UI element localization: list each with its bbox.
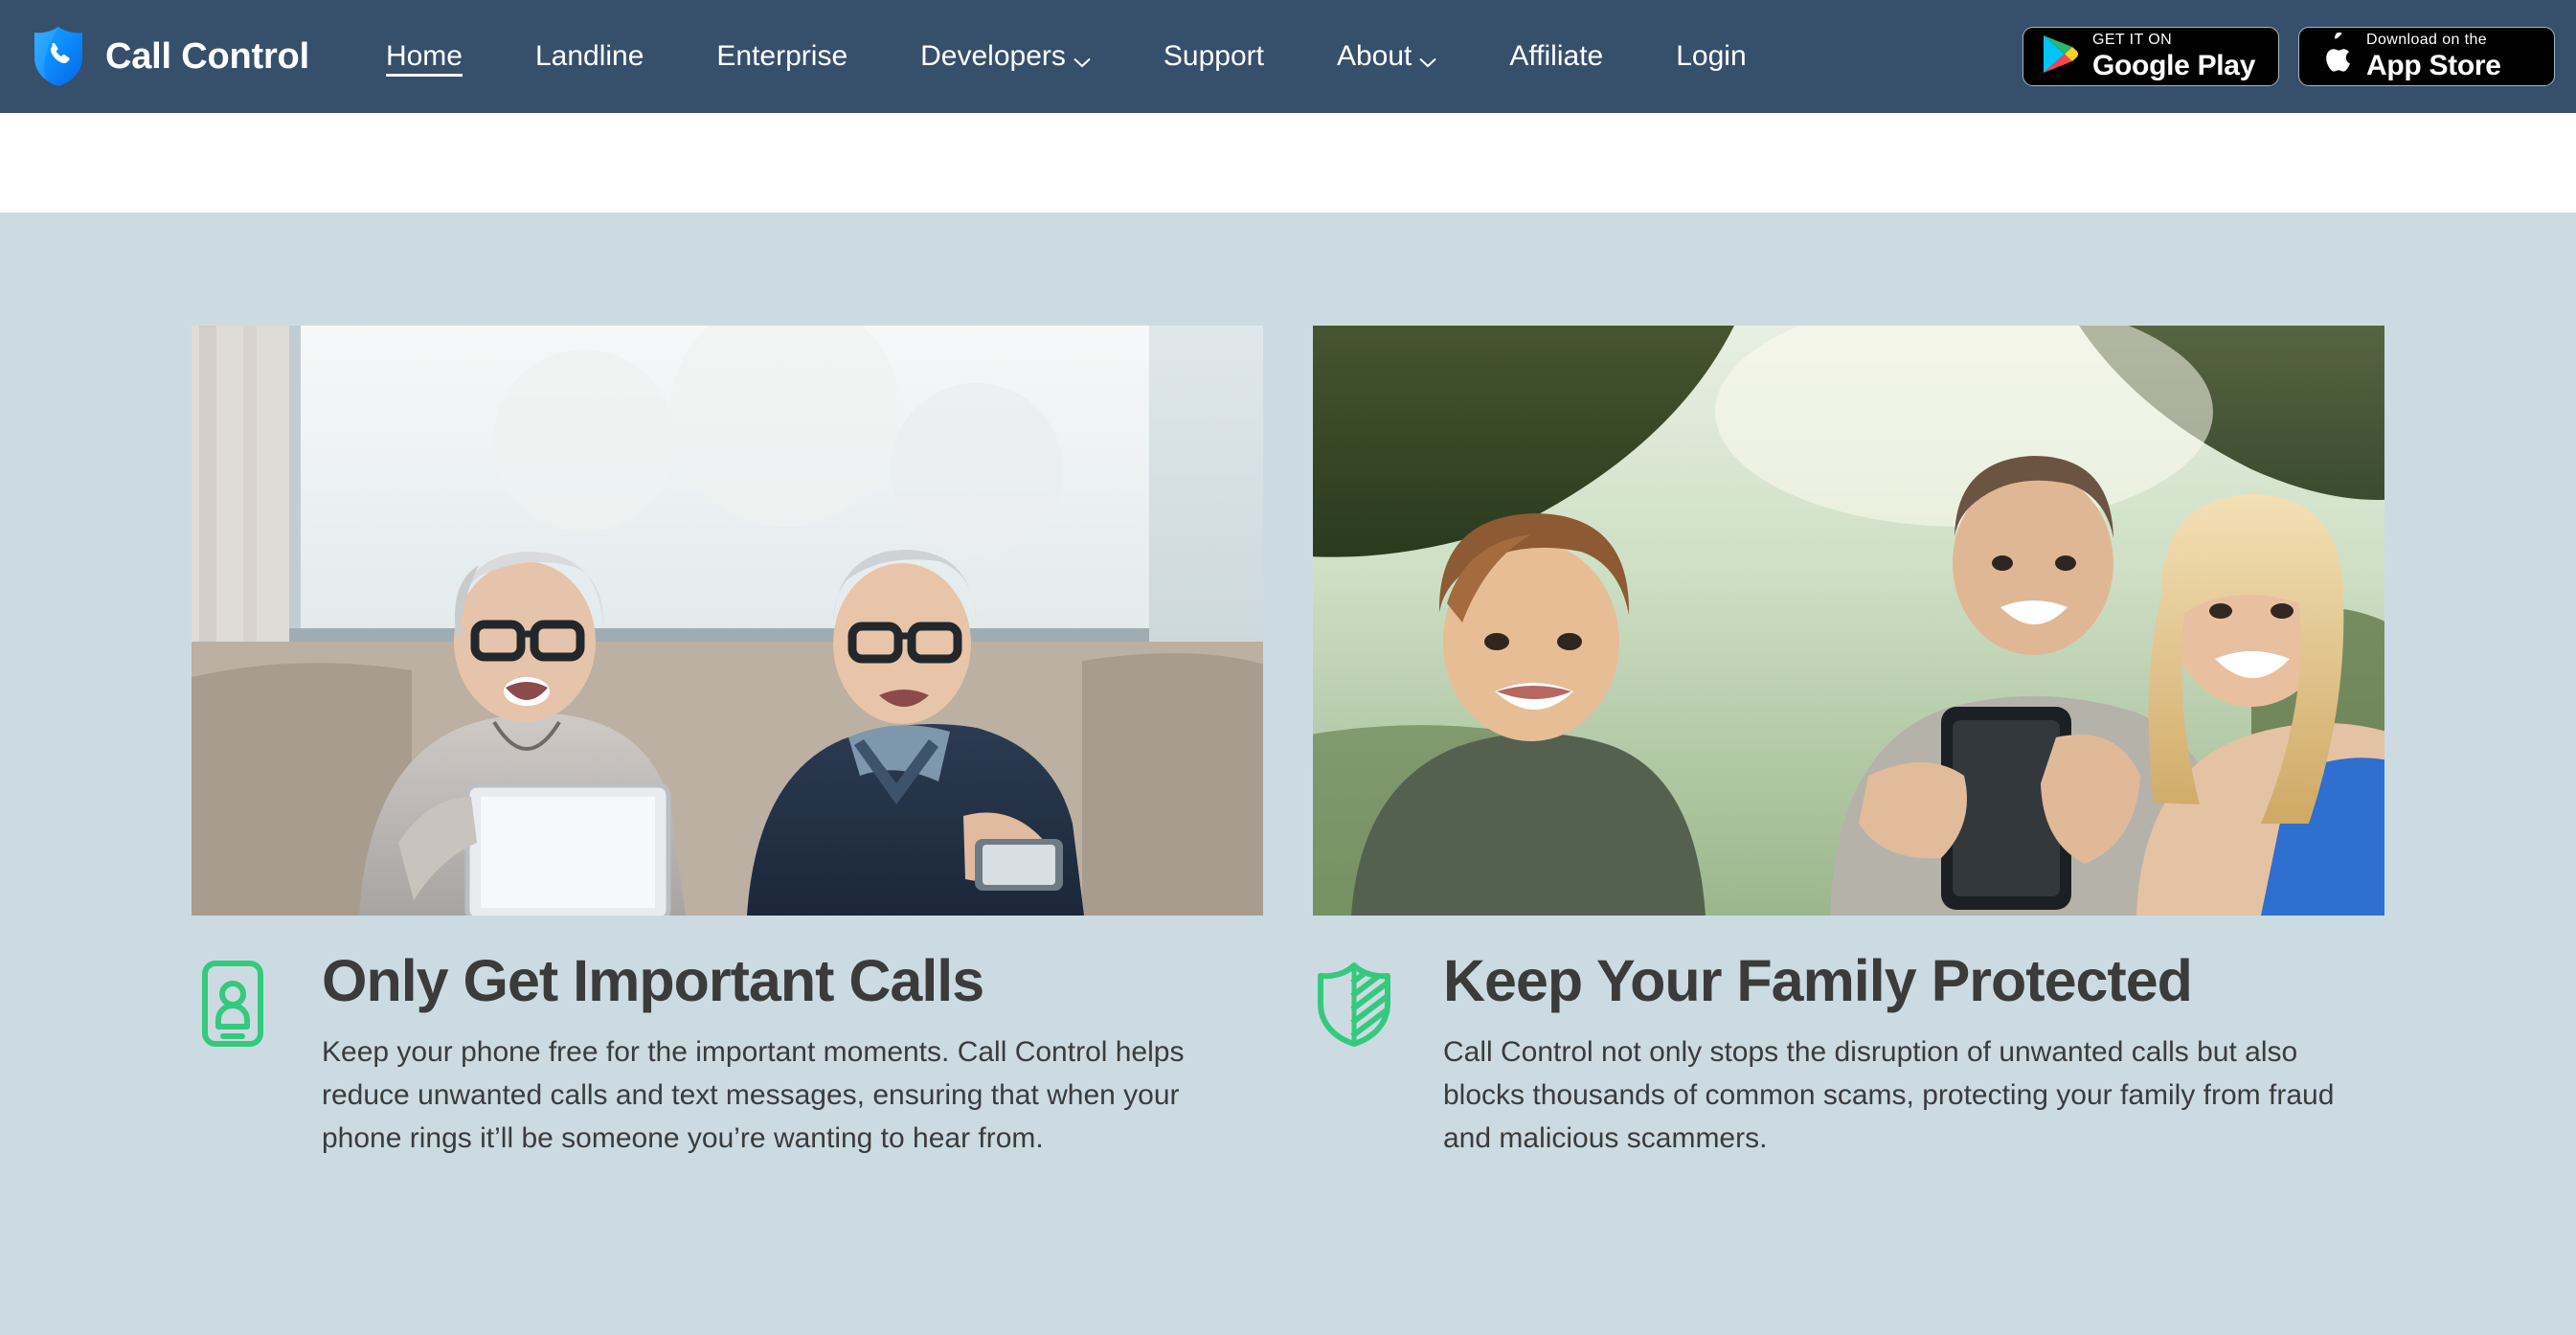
nav-item-landline[interactable]: Landline xyxy=(499,27,680,86)
feature-photo-senior-couple xyxy=(192,326,1263,916)
nav-item-home[interactable]: Home xyxy=(350,27,499,86)
nav-item-login[interactable]: Login xyxy=(1639,27,1782,86)
nav-item-enterprise[interactable]: Enterprise xyxy=(680,27,884,86)
shield-phone-logo-icon xyxy=(31,25,86,88)
app-store-badge-big-label: App Store xyxy=(2366,50,2501,81)
nav-item-support[interactable]: Support xyxy=(1127,27,1300,86)
google-play-badge-small-label: GET IT ON xyxy=(2092,32,2173,48)
nav-item-developers[interactable]: Developers xyxy=(884,27,1127,86)
nav-item-label: Affiliate xyxy=(1509,40,1604,72)
feature-card-family-protected: Keep Your Family Protected Call Control … xyxy=(1313,326,2384,1335)
feature-title: Only Get Important Calls xyxy=(322,948,984,1013)
nav-active-underline xyxy=(385,74,463,77)
features-section: Only Get Important Calls Keep your phone… xyxy=(0,213,2576,1335)
google-play-icon xyxy=(2041,34,2079,80)
phone-person-icon xyxy=(192,950,283,1160)
nav-item-label: Home xyxy=(385,40,463,72)
app-store-badges: GET IT ON Google Play Download on the Ap… xyxy=(2022,27,2555,86)
nav-item-label: Enterprise xyxy=(716,40,848,72)
shield-striped-icon xyxy=(1313,950,1405,1160)
nav-item-label: Landline xyxy=(534,40,644,72)
feature-photo-family-outdoors xyxy=(1313,326,2384,916)
site-header: Call Control Home Landline Enterprise De… xyxy=(0,0,2576,113)
feature-description: Call Control not only stops the disrupti… xyxy=(1443,1035,2335,1154)
chevron-down-icon xyxy=(1073,56,1091,67)
app-store-badge-small-label: Download on the xyxy=(2366,32,2488,48)
brand-logo-link[interactable]: Call Control xyxy=(31,25,309,88)
nav-item-label: Developers xyxy=(920,40,1066,72)
nav-item-label: Support xyxy=(1163,40,1264,72)
nav-item-label: About xyxy=(1336,40,1412,72)
header-spacer xyxy=(0,113,2576,213)
brand-name: Call Control xyxy=(105,35,309,77)
google-play-badge[interactable]: GET IT ON Google Play xyxy=(2022,27,2279,86)
main-navigation: Home Landline Enterprise Developers Supp… xyxy=(350,27,2022,86)
app-store-badge[interactable]: Download on the App Store xyxy=(2298,27,2555,86)
feature-card-important-calls: Only Get Important Calls Keep your phone… xyxy=(192,326,1263,1335)
nav-item-label: Login xyxy=(1676,40,1747,72)
apple-logo-icon xyxy=(2316,31,2353,81)
feature-description: Keep your phone free for the important m… xyxy=(322,1035,1185,1154)
nav-item-affiliate[interactable]: Affiliate xyxy=(1473,27,1639,86)
feature-title: Keep Your Family Protected xyxy=(1443,948,2193,1013)
google-play-badge-big-label: Google Play xyxy=(2092,50,2256,81)
chevron-down-icon xyxy=(1419,56,1437,67)
nav-item-about[interactable]: About xyxy=(1300,27,1473,86)
